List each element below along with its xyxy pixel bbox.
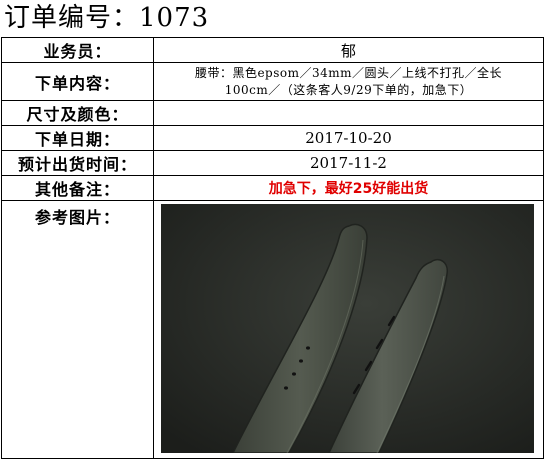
ship-date-label: 预计出货时间：: [1, 150, 154, 176]
size-color-value: [153, 100, 544, 126]
order-date-label: 下单日期：: [1, 125, 154, 151]
row-notes: 其他备注： 加急下，最好25好能出货: [1, 175, 544, 201]
row-size-color: 尺寸及颜色：: [1, 100, 544, 126]
row-order-date: 下单日期： 2017-10-20: [1, 125, 544, 151]
title-row: 订单编号：1073: [0, 0, 545, 37]
salesperson-label: 业务员：: [1, 37, 154, 63]
order-form-table: 业务员： 郁 下单内容： 腰带：黑色epsom／34mm／圆头／上线不打孔／全长…: [1, 37, 544, 459]
belt-photo-illustration: [161, 204, 534, 453]
row-ship-date: 预计出货时间： 2017-11-2: [1, 150, 544, 176]
row-photo: 参考图片：: [1, 200, 544, 459]
order-content-line-1: 腰带：黑色epsom／34mm／圆头／上线不打孔／全长: [194, 65, 503, 80]
row-salesperson: 业务员： 郁: [1, 37, 544, 63]
photo-label: 参考图片：: [1, 200, 154, 459]
ship-date-value: 2017-11-2: [153, 150, 544, 176]
reference-photo: [161, 204, 534, 453]
order-content-line-2: 100cm／（这条客人9/29下单的，加急下）: [224, 82, 473, 97]
order-number-title: 订单编号：1073: [4, 3, 210, 33]
order-content-value: 腰带：黑色epsom／34mm／圆头／上线不打孔／全长 100cm／（这条客人9…: [153, 62, 544, 101]
order-date-value: 2017-10-20: [153, 125, 544, 151]
order-content-label: 下单内容：: [1, 62, 154, 101]
row-order-content: 下单内容： 腰带：黑色epsom／34mm／圆头／上线不打孔／全长 100cm／…: [1, 62, 544, 101]
notes-value: 加急下，最好25好能出货: [153, 175, 544, 201]
salesperson-value: 郁: [153, 37, 544, 63]
notes-label: 其他备注：: [1, 175, 154, 201]
size-color-label: 尺寸及颜色：: [1, 100, 154, 126]
photo-cell: [153, 200, 544, 459]
